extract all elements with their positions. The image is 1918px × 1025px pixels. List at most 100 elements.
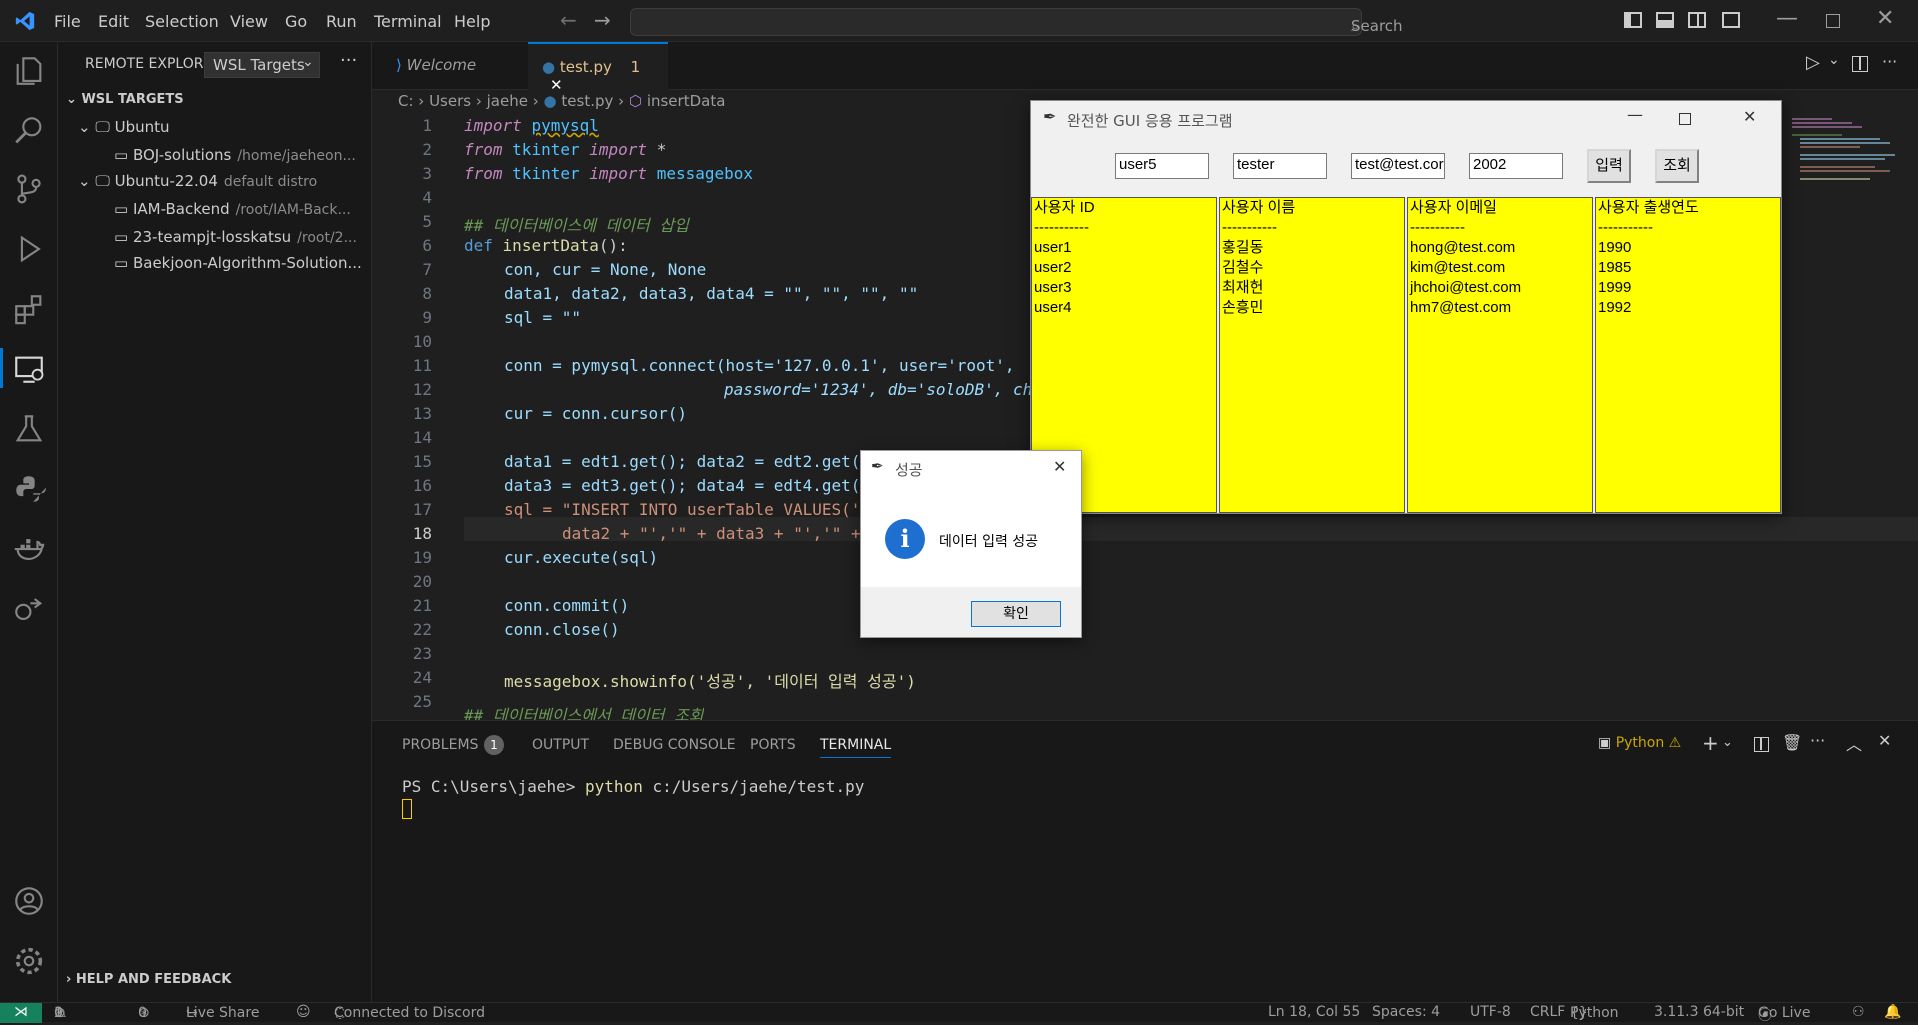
id-entry[interactable]: user5 xyxy=(1115,153,1209,179)
listbox-user-email[interactable]: 사용자 이메일 ----------- hong@test.com kim@te… xyxy=(1407,197,1593,513)
testing-flask-icon[interactable] xyxy=(12,412,46,446)
more-actions-icon[interactable]: ··· xyxy=(340,50,357,71)
list-item[interactable]: 사용자 이름 xyxy=(1222,198,1402,218)
explorer-icon[interactable] xyxy=(12,54,46,88)
list-item[interactable]: 손흥민 xyxy=(1222,298,1402,318)
list-item[interactable]: ----------- xyxy=(1034,218,1214,238)
list-item[interactable]: kim@test.com xyxy=(1410,258,1590,278)
forward-arrow-icon[interactable]: → xyxy=(594,8,611,32)
terminal-output[interactable]: PS C:\Users\jaehe> python c:/Users/jaehe… xyxy=(402,777,864,796)
panel-tab-debug-console[interactable]: DEBUG CONSOLE xyxy=(613,737,736,753)
toggle-secondary-sidebar-icon[interactable] xyxy=(1688,12,1706,28)
tree-item-teampjt[interactable]: ▭ 23-teampjt-losskatsu/root/2... xyxy=(114,228,357,246)
menu-file[interactable]: File xyxy=(54,12,81,31)
copilot-icon[interactable]: ⚇ xyxy=(1852,1004,1865,1020)
minimize-icon[interactable]: — xyxy=(1776,6,1798,31)
query-button[interactable]: 조회 xyxy=(1655,149,1699,183)
run-python-icon[interactable]: ▷ xyxy=(1806,52,1820,73)
remote-explorer-icon[interactable] xyxy=(12,352,46,386)
close-window-icon[interactable]: ✕ xyxy=(1876,6,1894,31)
bell-icon[interactable]: 🔔 xyxy=(1884,1004,1901,1020)
extensions-icon[interactable] xyxy=(12,292,46,326)
toggle-panel-icon[interactable] xyxy=(1656,12,1674,28)
list-item[interactable]: 1985 xyxy=(1598,258,1778,278)
close-dialog-icon[interactable]: ✕ xyxy=(1053,457,1066,476)
tab-welcome[interactable]: ⟩ Welcome xyxy=(382,42,516,90)
minimap[interactable] xyxy=(1792,116,1902,296)
maximize-icon[interactable] xyxy=(1679,113,1691,125)
interpreter-status[interactable]: 3.11.3 64-bit xyxy=(1654,1004,1744,1020)
restore-icon[interactable] xyxy=(1826,14,1840,28)
list-item[interactable]: 김철수 xyxy=(1222,258,1402,278)
list-item[interactable]: hong@test.com xyxy=(1410,238,1590,258)
split-terminal-icon[interactable] xyxy=(1754,737,1769,752)
wsl-targets-section[interactable]: ⌄ WSL TARGETS xyxy=(66,92,184,107)
email-entry[interactable]: test@test.cor xyxy=(1351,153,1445,179)
minimize-icon[interactable]: — xyxy=(1627,105,1643,124)
list-item[interactable]: user2 xyxy=(1034,258,1214,278)
close-panel-icon[interactable]: ✕ xyxy=(1878,731,1891,750)
list-item[interactable]: 1990 xyxy=(1598,238,1778,258)
list-item[interactable]: user1 xyxy=(1034,238,1214,258)
run-debug-icon[interactable] xyxy=(12,232,46,266)
eol-status[interactable]: CRLF xyxy=(1530,1004,1565,1020)
birth-year-entry[interactable]: 2002 xyxy=(1469,153,1563,179)
menu-go[interactable]: Go xyxy=(285,12,307,31)
list-item[interactable]: ----------- xyxy=(1410,218,1590,238)
customize-layout-icon[interactable] xyxy=(1722,12,1740,28)
remote-indicator[interactable]: ⋊ xyxy=(0,1003,42,1023)
listbox-user-birth-year[interactable]: 사용자 출생연도 ----------- 1990 1985 1999 1992 xyxy=(1595,197,1781,513)
chevron-down-icon[interactable]: ⌄ xyxy=(1722,735,1733,750)
insert-button[interactable]: 입력 xyxy=(1587,149,1631,183)
encoding-status[interactable]: UTF-8 xyxy=(1470,1004,1511,1020)
source-control-icon[interactable] xyxy=(12,172,46,206)
menu-view[interactable]: View xyxy=(230,12,268,31)
live-share-icon[interactable] xyxy=(12,592,46,626)
menu-selection[interactable]: Selection xyxy=(145,12,219,31)
list-item[interactable]: user3 xyxy=(1034,278,1214,298)
back-arrow-icon[interactable]: ← xyxy=(560,8,577,32)
maximize-panel-icon[interactable]: ︿ xyxy=(1846,731,1862,755)
new-terminal-icon[interactable]: + xyxy=(1702,731,1719,755)
list-item[interactable]: hm7@test.com xyxy=(1410,298,1590,318)
toggle-primary-sidebar-icon[interactable] xyxy=(1624,12,1642,28)
list-item[interactable]: user4 xyxy=(1034,298,1214,318)
docker-icon[interactable] xyxy=(12,532,46,566)
indentation-status[interactable]: Spaces: 4 xyxy=(1372,1004,1440,1020)
cursor-position[interactable]: Ln 18, Col 55 xyxy=(1268,1004,1360,1020)
tree-item-ubuntu-22[interactable]: ⌄ 🖵 Ubuntu-22.04 default distro xyxy=(78,172,317,190)
panel-tab-problems[interactable]: PROBLEMS xyxy=(402,737,478,753)
list-item[interactable]: 사용자 이메일 xyxy=(1410,198,1590,218)
split-editor-icon[interactable] xyxy=(1852,56,1868,72)
panel-tab-ports[interactable]: PORTS xyxy=(750,737,796,753)
menu-run[interactable]: Run xyxy=(326,12,357,31)
list-item[interactable]: 1992 xyxy=(1598,298,1778,318)
list-item[interactable]: ----------- xyxy=(1222,218,1402,238)
list-item[interactable]: 사용자 출생연도 xyxy=(1598,198,1778,218)
panel-tab-terminal[interactable]: TERMINAL xyxy=(820,737,892,758)
python-icon[interactable] xyxy=(12,472,46,506)
list-item[interactable]: ----------- xyxy=(1598,218,1778,238)
command-center-search[interactable]: ⌕ Search xyxy=(630,8,1403,36)
dialog-title-bar[interactable]: ✒ 성공 ✕ xyxy=(861,451,1081,483)
name-entry[interactable]: tester xyxy=(1233,153,1327,179)
trash-icon[interactable]: 🗑 xyxy=(1782,733,1802,752)
accounts-icon[interactable] xyxy=(12,884,46,918)
smiley-icon[interactable]: ☺ xyxy=(296,1004,311,1020)
tree-item-baekjoon[interactable]: ▭ Baekjoon-Algorithm-Solution... xyxy=(114,254,362,272)
settings-gear-icon[interactable] xyxy=(12,944,46,978)
tk-title-bar[interactable]: ✒ 완전한 GUI 응용 프로그램 — ✕ xyxy=(1031,101,1781,137)
search-icon[interactable] xyxy=(12,114,46,148)
tree-item-ubuntu[interactable]: ⌄ 🖵 Ubuntu xyxy=(78,118,170,136)
tab-test-py[interactable]: ● test.py 1 ✕ xyxy=(528,42,668,94)
chevron-down-icon[interactable]: ⌄ xyxy=(1828,52,1840,68)
list-item[interactable]: jhchoi@test.com xyxy=(1410,278,1590,298)
menu-help[interactable]: Help xyxy=(454,12,490,31)
panel-tab-output[interactable]: OUTPUT xyxy=(532,737,589,753)
terminal-instance[interactable]: ▣ Python ⚠ xyxy=(1598,735,1681,751)
menu-edit[interactable]: Edit xyxy=(98,12,129,31)
close-window-icon[interactable]: ✕ xyxy=(1743,107,1756,126)
tree-item-boj-solutions[interactable]: ▭ BOJ-solutions/home/jaeheon... xyxy=(114,146,356,164)
list-item[interactable]: 사용자 ID xyxy=(1034,198,1214,218)
list-item[interactable]: 최재헌 xyxy=(1222,278,1402,298)
